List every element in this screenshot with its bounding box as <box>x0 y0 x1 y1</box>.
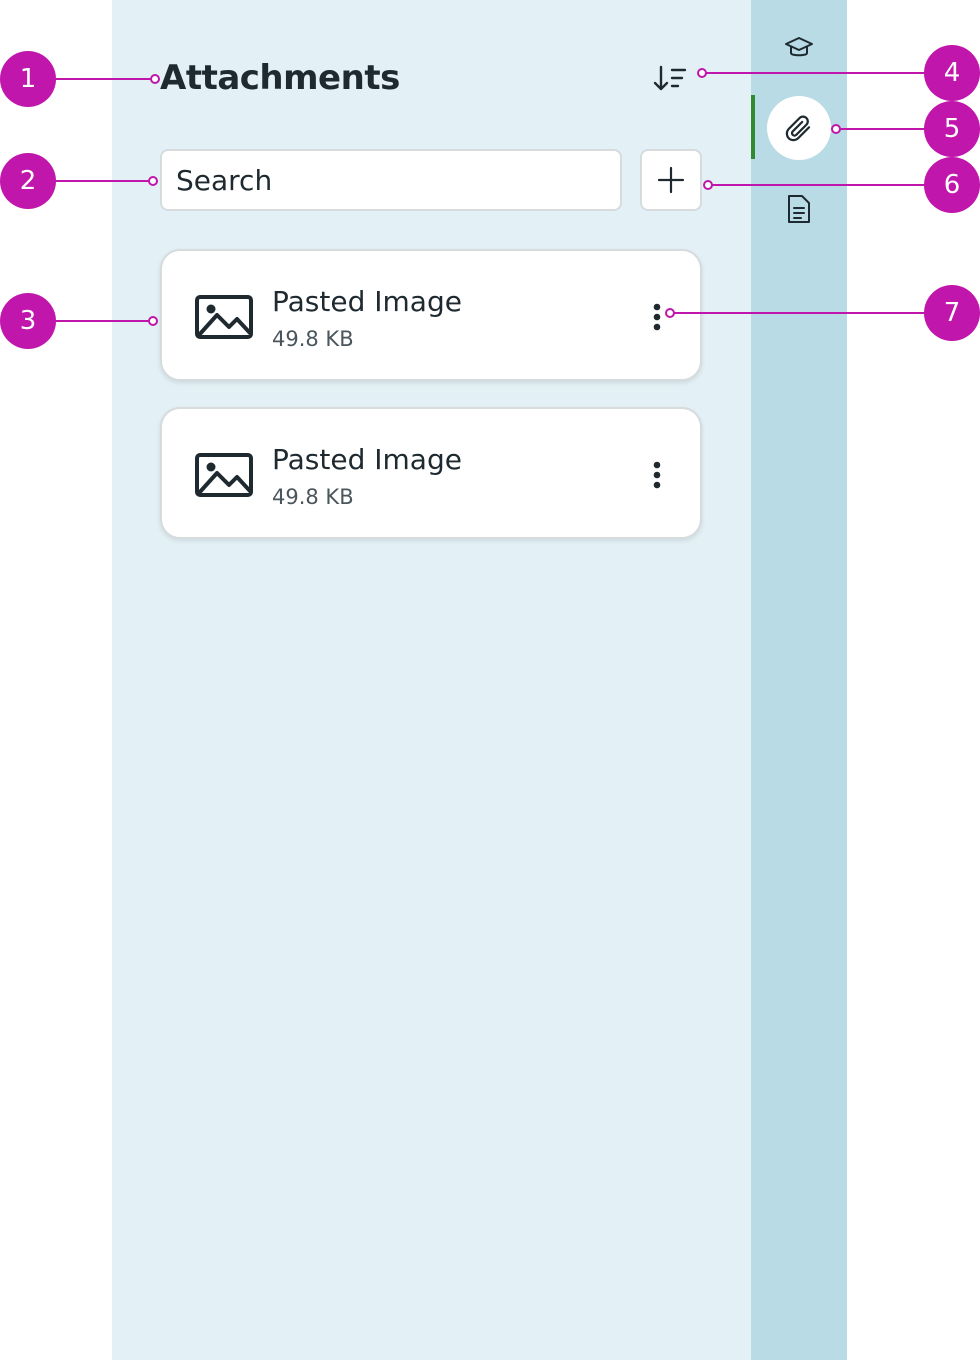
search-field <box>160 149 622 211</box>
callout-dot <box>148 316 158 326</box>
attachment-size: 49.8 KB <box>272 327 354 351</box>
callout-dot <box>665 308 675 318</box>
plus-icon <box>657 166 685 194</box>
sort-descending-icon <box>653 65 687 91</box>
attachment-card[interactable]: Pasted Image 49.8 KB <box>160 407 702 539</box>
rail-tab-notes[interactable] <box>783 192 815 226</box>
image-icon <box>195 295 253 339</box>
callout-badge: 6 <box>924 157 980 213</box>
search-input[interactable] <box>162 151 620 209</box>
callout-badge: 2 <box>0 153 56 209</box>
attachment-name: Pasted Image <box>272 443 462 476</box>
callout-line <box>840 128 930 130</box>
attachment-size: 49.8 KB <box>272 485 354 509</box>
attachment-name: Pasted Image <box>272 285 462 318</box>
more-vertical-icon <box>653 303 661 331</box>
callout-dot <box>697 68 707 78</box>
callout-line <box>50 320 150 322</box>
panel-title: Attachments <box>160 58 400 98</box>
callout-badge: 4 <box>924 45 980 101</box>
callout-line <box>674 312 930 314</box>
callout-badge: 7 <box>924 285 980 341</box>
callout-dot <box>148 176 158 186</box>
graduation-cap-icon <box>785 37 813 57</box>
add-attachment-button[interactable] <box>640 149 702 211</box>
callout-line <box>706 72 930 74</box>
rail-tab-attachments[interactable] <box>767 96 831 160</box>
document-icon <box>788 195 810 223</box>
callout-badge: 1 <box>0 51 56 107</box>
image-icon <box>195 453 253 497</box>
callout-badge: 5 <box>924 101 980 157</box>
active-tab-indicator <box>751 95 755 159</box>
rail-tab-courses[interactable] <box>779 30 819 66</box>
callout-line <box>712 184 930 186</box>
callout-dot <box>703 180 713 190</box>
callout-dot <box>831 124 841 134</box>
more-vertical-icon <box>653 461 661 489</box>
callout-line <box>50 78 152 80</box>
callout-dot <box>150 74 160 84</box>
callout-line <box>50 180 150 182</box>
attachment-card[interactable]: Pasted Image 49.8 KB <box>160 249 702 381</box>
attachment-menu-button[interactable] <box>640 457 674 493</box>
callout-badge: 3 <box>0 293 56 349</box>
paperclip-icon <box>785 115 811 142</box>
sort-button[interactable] <box>648 60 692 98</box>
